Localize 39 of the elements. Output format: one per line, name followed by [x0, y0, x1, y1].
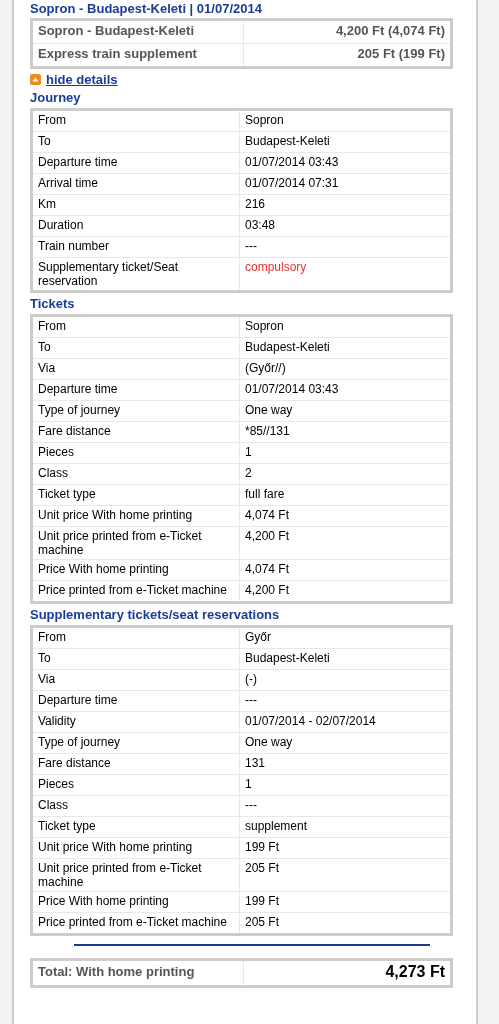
table-cell: Departure time [31, 152, 240, 174]
table-cell: Via [31, 358, 240, 380]
table-cell: Sopron - Budapest-Keleti [31, 19, 244, 44]
collapse-icon [30, 74, 41, 85]
table-cell: Price With home printing [31, 891, 240, 913]
table-cell: From [31, 626, 240, 649]
table-cell: Ticket type [31, 484, 240, 506]
table-cell: Unit price With home printing [31, 837, 240, 859]
table-cell: Via [31, 669, 240, 691]
section-heading: Journey [30, 90, 82, 105]
table-cell: Unit price printed from e-Ticket machine [31, 526, 240, 560]
table-cell: Train number [31, 236, 240, 258]
table-cell: From [31, 109, 240, 132]
table-cell: Pieces [31, 774, 240, 796]
table-cell: Price With home printing [31, 559, 240, 581]
table-cell: Fare distance [31, 753, 240, 775]
table-cell: Unit price printed from e-Ticket machine [31, 858, 240, 892]
table-cell: To [31, 337, 240, 359]
table-cell: Fare distance [31, 421, 240, 443]
table-cell: Unit price With home printing [31, 505, 240, 527]
table-cell: Class [31, 463, 240, 485]
journey-header: Sopron - Budapest-Keleti | 01/07/2014 [30, 0, 263, 18]
section-heading: Supplementary tickets/seat reservations [30, 607, 281, 622]
table-cell: Arrival time [31, 173, 240, 195]
table-cell: Duration [31, 215, 240, 237]
table-cell: From [31, 315, 240, 338]
table-cell: Class [31, 795, 240, 817]
section-heading: Tickets [30, 296, 76, 311]
table-cell: To [31, 131, 240, 153]
table-cell: Ticket type [31, 816, 240, 838]
table-cell: Departure time [31, 690, 240, 712]
table-cell: Type of journey [31, 732, 240, 754]
table-cell: To [31, 648, 240, 670]
table-cell: Pieces [31, 442, 240, 464]
hide-details-link[interactable]: hide details [46, 72, 118, 87]
table-cell: Km [31, 194, 240, 216]
table-cell: Validity [31, 711, 240, 733]
table-cell: Type of journey [31, 400, 240, 422]
table-cell: Departure time [31, 379, 240, 401]
